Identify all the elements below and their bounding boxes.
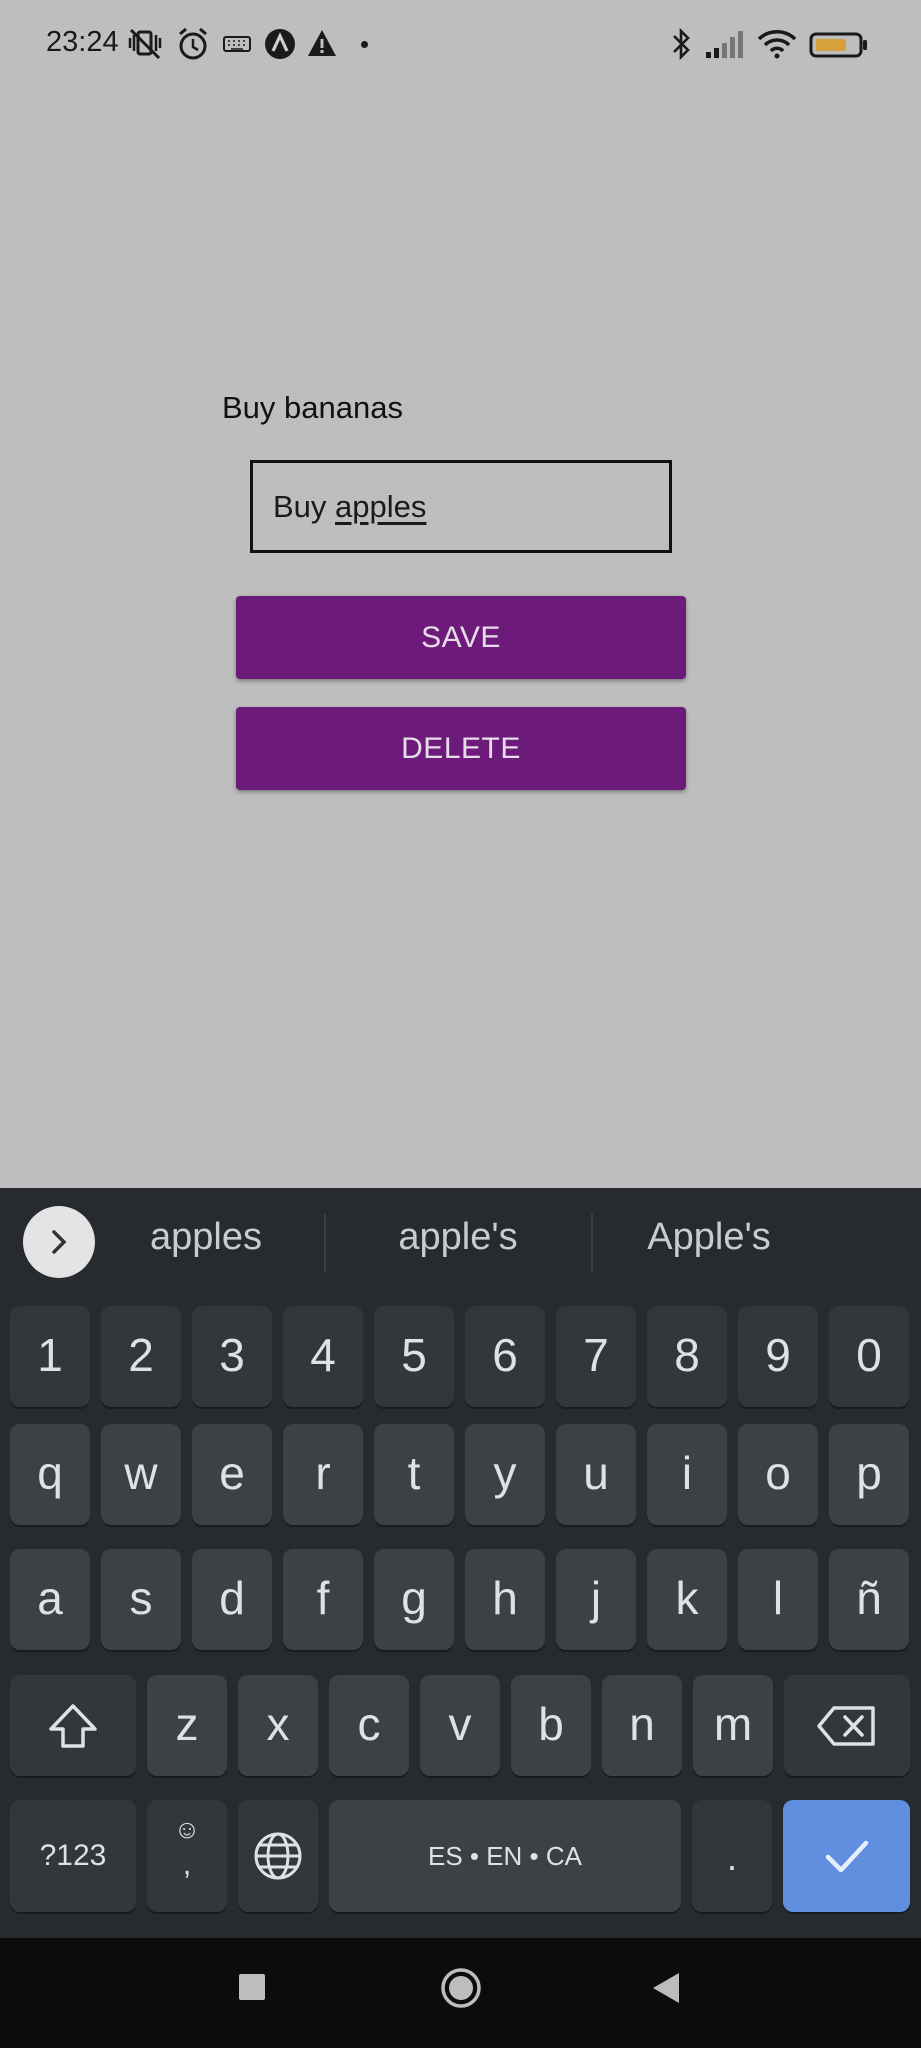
- soft-keyboard: apples apple's Apple's 1 2 3 4 5 6 7 8 9…: [0, 1188, 921, 1938]
- app-a-icon: [263, 26, 297, 62]
- emoji-comma-key[interactable]: ☺ ,: [147, 1800, 227, 1912]
- key-v[interactable]: v: [420, 1675, 500, 1776]
- back-triangle-icon: [653, 1973, 679, 2003]
- key-k[interactable]: k: [647, 1549, 727, 1650]
- key-e[interactable]: e: [192, 1424, 272, 1525]
- key-q[interactable]: q: [10, 1424, 90, 1525]
- key-5[interactable]: 5: [374, 1306, 454, 1407]
- notification-dot: [361, 41, 368, 48]
- backspace-key[interactable]: [784, 1675, 910, 1776]
- mute-vibrate-icon: [125, 26, 165, 62]
- backspace-icon: [817, 1705, 875, 1746]
- bluetooth-icon: [668, 26, 694, 62]
- key-n[interactable]: n: [602, 1675, 682, 1776]
- comma-label: ,: [182, 1848, 192, 1881]
- key-n-tilde[interactable]: ñ: [829, 1549, 909, 1650]
- period-label: .: [726, 1837, 737, 1878]
- key-0[interactable]: 0: [829, 1306, 909, 1407]
- suggestion-1[interactable]: apples: [81, 1216, 331, 1259]
- language-key[interactable]: [238, 1800, 318, 1912]
- key-3[interactable]: 3: [192, 1306, 272, 1407]
- key-8[interactable]: 8: [647, 1306, 727, 1407]
- battery-icon: [809, 26, 869, 62]
- key-f[interactable]: f: [283, 1549, 363, 1650]
- square-icon: [239, 1974, 265, 2000]
- space-bar[interactable]: ES • EN • CA: [329, 1800, 681, 1912]
- status-time: 23:24: [46, 26, 119, 58]
- keyboard-icon: [222, 26, 252, 62]
- key-h[interactable]: h: [465, 1549, 545, 1650]
- key-w[interactable]: w: [101, 1424, 181, 1525]
- wifi-icon: [756, 26, 798, 62]
- chevron-right-icon: [52, 1230, 67, 1254]
- back-button[interactable]: [650, 1970, 682, 2011]
- key-6[interactable]: 6: [465, 1306, 545, 1407]
- key-m[interactable]: m: [693, 1675, 773, 1776]
- key-o[interactable]: o: [738, 1424, 818, 1525]
- key-4[interactable]: 4: [283, 1306, 363, 1407]
- alarm-icon: [176, 26, 210, 62]
- emoji-icon: ☺: [173, 1814, 201, 1844]
- shift-icon: [49, 1703, 97, 1748]
- key-y[interactable]: y: [465, 1424, 545, 1525]
- input-composing-word: apples: [335, 489, 427, 524]
- key-a[interactable]: a: [10, 1549, 90, 1650]
- suggestion-strip: apples apple's Apple's: [0, 1188, 921, 1296]
- key-1[interactable]: 1: [10, 1306, 90, 1407]
- key-7[interactable]: 7: [556, 1306, 636, 1407]
- key-9[interactable]: 9: [738, 1306, 818, 1407]
- signal-icon: [704, 26, 748, 62]
- save-button[interactable]: SAVE: [236, 596, 686, 679]
- key-u[interactable]: u: [556, 1424, 636, 1525]
- key-x[interactable]: x: [238, 1675, 318, 1776]
- warning-icon: [306, 26, 338, 62]
- status-bar: 23:24: [0, 0, 921, 90]
- key-p[interactable]: p: [829, 1424, 909, 1525]
- checkmark-icon: [825, 1840, 868, 1873]
- enter-done-key[interactable]: [783, 1800, 910, 1912]
- task-text-input[interactable]: Buy apples: [250, 460, 672, 553]
- key-z[interactable]: z: [147, 1675, 227, 1776]
- key-2[interactable]: 2: [101, 1306, 181, 1407]
- key-b[interactable]: b: [511, 1675, 591, 1776]
- home-button[interactable]: [440, 1967, 482, 2014]
- shift-key[interactable]: [10, 1675, 136, 1776]
- suggestion-3[interactable]: Apple's: [584, 1216, 834, 1259]
- key-t[interactable]: t: [374, 1424, 454, 1525]
- key-g[interactable]: g: [374, 1549, 454, 1650]
- key-d[interactable]: d: [192, 1549, 272, 1650]
- suggestion-divider: [324, 1214, 326, 1272]
- period-key[interactable]: .: [692, 1800, 772, 1912]
- home-circle-icon: [441, 1968, 481, 2008]
- task-title: Buy bananas: [222, 390, 403, 425]
- key-r[interactable]: r: [283, 1424, 363, 1525]
- key-s[interactable]: s: [101, 1549, 181, 1650]
- key-j[interactable]: j: [556, 1549, 636, 1650]
- delete-button[interactable]: DELETE: [236, 707, 686, 790]
- key-i[interactable]: i: [647, 1424, 727, 1525]
- navigation-bar: [0, 1938, 921, 2048]
- recents-button[interactable]: [236, 1971, 268, 2008]
- globe-icon: [254, 1832, 302, 1880]
- symbols-key[interactable]: ?123: [10, 1800, 136, 1912]
- key-l[interactable]: l: [738, 1549, 818, 1650]
- key-c[interactable]: c: [329, 1675, 409, 1776]
- suggestion-2[interactable]: apple's: [333, 1216, 583, 1259]
- input-text-prefix: Buy: [273, 489, 336, 524]
